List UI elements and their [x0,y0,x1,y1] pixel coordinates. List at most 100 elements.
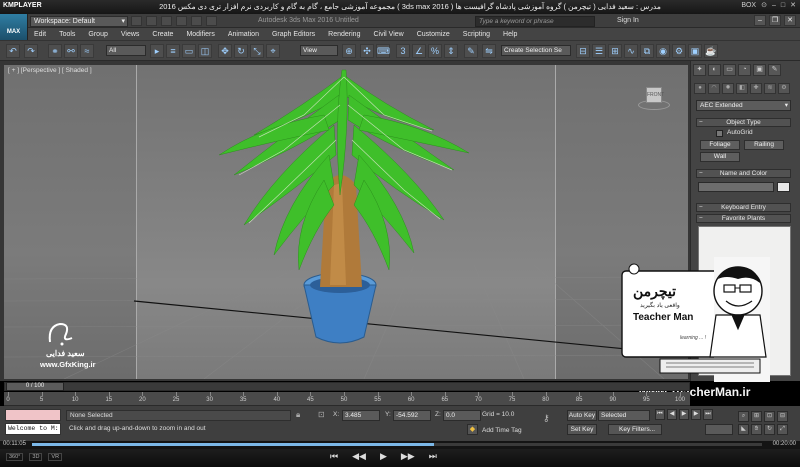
auto-key-button[interactable]: Auto Key [567,410,597,421]
select-by-name-icon[interactable]: ≡ [166,44,180,58]
name-and-color-rollout[interactable]: Name and Color [696,169,791,178]
pivot-center-icon[interactable]: ⊕ [342,44,356,58]
key-mode-dropdown[interactable]: Selected [598,410,650,421]
align-icon[interactable]: ⊟ [576,44,590,58]
redo-icon[interactable]: ↷ [24,44,38,58]
mode-360[interactable]: 360° [6,453,24,461]
unlink-icon[interactable]: ⚯ [64,44,78,58]
menu-graph-editors[interactable]: Graph Editors [272,31,315,38]
favorite-plants-rollout[interactable]: Favorite Plants [696,214,791,223]
redo-icon[interactable] [191,16,202,26]
viewcube[interactable]: FRONT [646,87,664,103]
mode-3d[interactable]: 3D [29,453,43,461]
previous-frame-icon[interactable]: ◀ [667,409,677,420]
bind-space-warp-icon[interactable]: ≈ [80,44,94,58]
box-label[interactable]: BOX [741,2,756,9]
shapes-icon[interactable]: ◠ [708,83,720,94]
lights-icon[interactable]: ✹ [722,83,734,94]
time-slider[interactable] [4,382,690,391]
menu-help[interactable]: Help [503,31,517,38]
helpers-icon[interactable]: ✚ [750,83,762,94]
scene-explorer-icon[interactable]: ⊞ [608,44,622,58]
display-tab[interactable]: ▣ [753,64,766,76]
new-file-icon[interactable] [131,16,142,26]
render-setup-icon[interactable]: ⚙ [672,44,686,58]
curve-editor-icon[interactable]: ∿ [624,44,638,58]
time-tag-icon[interactable]: ◆ [467,424,478,435]
menu-animation[interactable]: Animation [228,31,259,38]
hierarchy-tab[interactable]: ▭ [723,64,736,76]
link-icon[interactable]: ⚭ [48,44,62,58]
scale-icon[interactable]: ⤡ [250,44,264,58]
spinner-snap-icon[interactable]: ⇕ [444,44,458,58]
max-app-button[interactable]: MAX [0,14,28,40]
menu-tools[interactable]: Tools [59,31,75,38]
selection-filter-dropdown[interactable]: All [106,45,146,56]
maxscript-listener-input[interactable] [5,409,61,421]
pan-icon[interactable]: ✋︎ [751,424,762,435]
close-icon[interactable]: ✕ [790,1,796,9]
menu-customize[interactable]: Customize [417,31,450,38]
close-icon[interactable]: ✕ [784,15,796,26]
minimize-icon[interactable]: – [772,2,776,9]
field-of-view-icon[interactable]: ◣ [738,424,749,435]
select-object-icon[interactable]: ▸ [150,44,164,58]
open-file-icon[interactable] [146,16,157,26]
minimize-icon[interactable]: – [754,15,766,26]
object-type-rollout[interactable]: Object Type [696,118,791,127]
fast-forward-icon[interactable]: ▶▶ [401,451,415,462]
move-icon[interactable]: ✥ [218,44,232,58]
absolute-mode-icon[interactable]: ⊡ [318,410,325,419]
menu-civil-view[interactable]: Civil View [373,31,403,38]
edit-named-selection-icon[interactable]: ✎ [464,44,478,58]
go-to-start-icon[interactable]: ⏮ [655,409,665,420]
foliage-button[interactable]: Foliage [700,140,740,150]
space-warps-icon[interactable]: ≋ [764,83,776,94]
current-frame-field[interactable] [705,424,733,435]
schematic-view-icon[interactable]: ⧉ [640,44,654,58]
play-icon[interactable]: ▶ [380,451,387,462]
render-icon[interactable]: ☕ [704,44,718,58]
object-category-dropdown[interactable]: AEC Extended [696,100,791,111]
named-selection-set-input[interactable]: Create Selection Se [501,45,571,56]
add-time-tag-button[interactable]: Add Time Tag [482,427,522,434]
reference-coord-dropdown[interactable]: View [300,45,338,56]
previous-track-icon[interactable]: ⏮ [330,451,338,462]
sign-in-button[interactable]: Sign In [617,17,639,24]
x-coordinate-field[interactable]: 3.485 [342,410,380,421]
rect-selection-icon[interactable]: ▭ [182,44,196,58]
utilities-tab[interactable]: ✎ [768,64,781,76]
maximize-icon[interactable]: □ [781,2,785,9]
project-folder-icon[interactable] [206,16,217,26]
object-name-field[interactable] [698,182,774,192]
time-slider-thumb[interactable]: 0 / 100 [6,382,64,391]
menu-create[interactable]: Create [152,31,173,38]
geometry-icon[interactable]: ● [694,83,706,94]
lock-icon[interactable]: 🔒︎ [296,410,300,420]
set-key-icon[interactable]: ⚷ [543,413,550,424]
rotate-icon[interactable]: ↻ [234,44,248,58]
pin-icon[interactable]: ⊙ [761,1,767,9]
next-track-icon[interactable]: ⏭ [429,451,437,462]
undo-icon[interactable] [176,16,187,26]
menu-modifiers[interactable]: Modifiers [186,31,214,38]
keyboard-shortcut-icon[interactable]: ⌨ [376,44,390,58]
undo-icon[interactable]: ↶ [6,44,20,58]
create-tab[interactable]: ✦ [693,64,706,76]
set-key-button[interactable]: Set Key [567,424,597,435]
key-filters-button[interactable]: Key Filters... [608,424,662,435]
zoom-extents-all-icon[interactable]: ⊟ [777,411,788,422]
maximize-viewport-icon[interactable]: ⤢ [777,424,788,435]
orbit-icon[interactable]: ↻ [764,424,775,435]
menu-views[interactable]: Views [121,31,140,38]
rewind-icon[interactable]: ◀◀ [352,451,366,462]
go-to-end-icon[interactable]: ⏭ [703,409,713,420]
restore-icon[interactable]: ❐ [769,15,781,26]
keyboard-entry-rollout[interactable]: Keyboard Entry [696,203,791,212]
angle-snap-icon[interactable]: ∠ [412,44,426,58]
next-frame-icon[interactable]: ▶ [691,409,701,420]
mirror-icon[interactable]: ⇋ [482,44,496,58]
motion-tab[interactable]: ◔ [738,64,751,76]
zoom-extents-icon[interactable]: ⊡ [764,411,775,422]
save-file-icon[interactable] [161,16,172,26]
